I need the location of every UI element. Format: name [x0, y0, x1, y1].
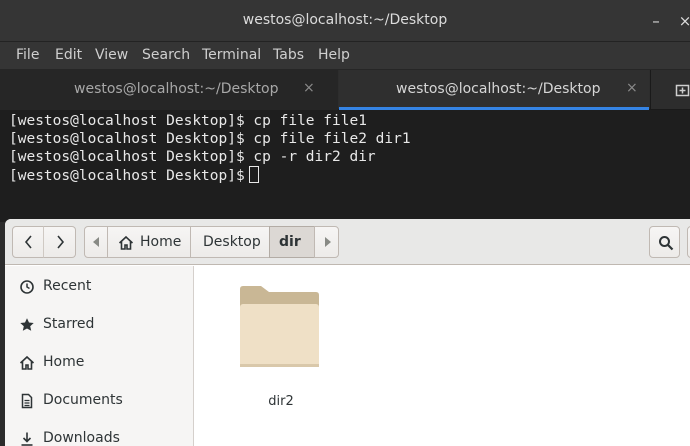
sidebar-item-documents[interactable]: Documents — [5, 382, 194, 420]
new-tab-icon — [675, 84, 690, 97]
close-window-button[interactable]: × — [676, 12, 690, 30]
document-icon — [21, 393, 33, 409]
places-sidebar: Recent Starred Home Documents Downloads — [5, 266, 194, 446]
file-item-label: dir2 — [268, 394, 294, 409]
chevron-right-icon — [57, 235, 65, 249]
sidebar-item-label: Starred — [43, 316, 95, 332]
sidebar-item-recent[interactable]: Recent — [5, 268, 194, 306]
new-tab-button[interactable] — [650, 70, 690, 110]
clock-icon — [20, 280, 34, 294]
terminal-tab-2[interactable]: westos@localhost:~/Desktop × — [339, 70, 649, 110]
terminal-tab-bar: westos@localhost:~/Desktop × westos@loca… — [0, 70, 690, 110]
search-icon — [659, 236, 674, 251]
chevron-left-icon — [24, 235, 32, 249]
tab-close-icon[interactable]: × — [303, 80, 315, 96]
terminal-prompt-line: [westos@localhost Desktop]$ — [9, 166, 690, 184]
file-manager-headerbar: Home Desktop dir — [5, 219, 690, 265]
breadcrumb-desktop[interactable]: Desktop — [190, 226, 270, 258]
terminal-output[interactable]: [westos@localhost Desktop]$ cp file file… — [0, 110, 690, 222]
tab-label: westos@localhost:~/Desktop — [74, 81, 279, 97]
breadcrumb-label: dir — [279, 234, 301, 250]
terminal-prompt: [westos@localhost Desktop]$ — [9, 168, 245, 184]
breadcrumb-home[interactable]: Home — [107, 226, 191, 258]
sidebar-item-home[interactable]: Home — [5, 344, 194, 382]
terminal-window: westos@localhost:~/Desktop – × File Edit… — [0, 0, 690, 222]
search-button[interactable] — [649, 226, 680, 258]
terminal-line: [westos@localhost Desktop]$ cp file file… — [9, 131, 411, 147]
sidebar-item-label: Downloads — [43, 430, 120, 446]
menu-tabs[interactable]: Tabs — [273, 47, 304, 63]
terminal-tab-1[interactable]: westos@localhost:~/Desktop × — [0, 70, 338, 110]
breadcrumb: Home Desktop dir — [84, 226, 339, 258]
breadcrumb-dir[interactable]: dir — [269, 226, 315, 258]
menu-view[interactable]: View — [95, 47, 128, 63]
breadcrumb-scroll-left[interactable] — [84, 226, 108, 258]
breadcrumb-label: Home — [140, 234, 182, 250]
terminal-line: [westos@localhost Desktop]$ cp -r dir2 d… — [9, 149, 376, 165]
tab-label: westos@localhost:~/Desktop — [396, 81, 601, 97]
download-icon — [21, 432, 33, 446]
terminal-title: westos@localhost:~/Desktop — [242, 12, 448, 28]
sidebar-item-label: Home — [43, 354, 85, 370]
star-icon — [20, 318, 34, 331]
file-view[interactable]: dir2 — [195, 266, 690, 446]
file-manager-window: Home Desktop dir Recent Starred Home Doc… — [5, 219, 690, 446]
menu-search[interactable]: Search — [142, 47, 190, 63]
sidebar-item-downloads[interactable]: Downloads — [5, 420, 194, 446]
sidebar-item-starred[interactable]: Starred — [5, 306, 194, 344]
menu-terminal[interactable]: Terminal — [202, 47, 261, 63]
home-icon — [118, 235, 134, 250]
triangle-right-icon — [325, 237, 331, 247]
sidebar-item-label: Recent — [43, 278, 92, 294]
minimize-button[interactable]: – — [647, 12, 665, 30]
folder-icon — [240, 286, 319, 367]
terminal-menubar: File Edit View Search Terminal Tabs Help — [0, 42, 690, 70]
back-button[interactable] — [12, 226, 44, 258]
terminal-cursor — [248, 166, 259, 183]
menu-edit[interactable]: Edit — [55, 47, 82, 63]
terminal-titlebar[interactable]: westos@localhost:~/Desktop – × — [0, 0, 690, 42]
triangle-left-icon — [93, 237, 99, 247]
menu-file[interactable]: File — [16, 47, 39, 63]
menu-help[interactable]: Help — [318, 47, 350, 63]
terminal-line: [westos@localhost Desktop]$ cp file file… — [9, 113, 367, 129]
tab-close-icon[interactable]: × — [626, 80, 638, 96]
forward-button[interactable] — [43, 226, 76, 258]
breadcrumb-label: Desktop — [203, 234, 261, 250]
sidebar-item-label: Documents — [43, 392, 123, 408]
home-icon — [19, 355, 35, 370]
breadcrumb-scroll-right[interactable] — [314, 226, 339, 258]
